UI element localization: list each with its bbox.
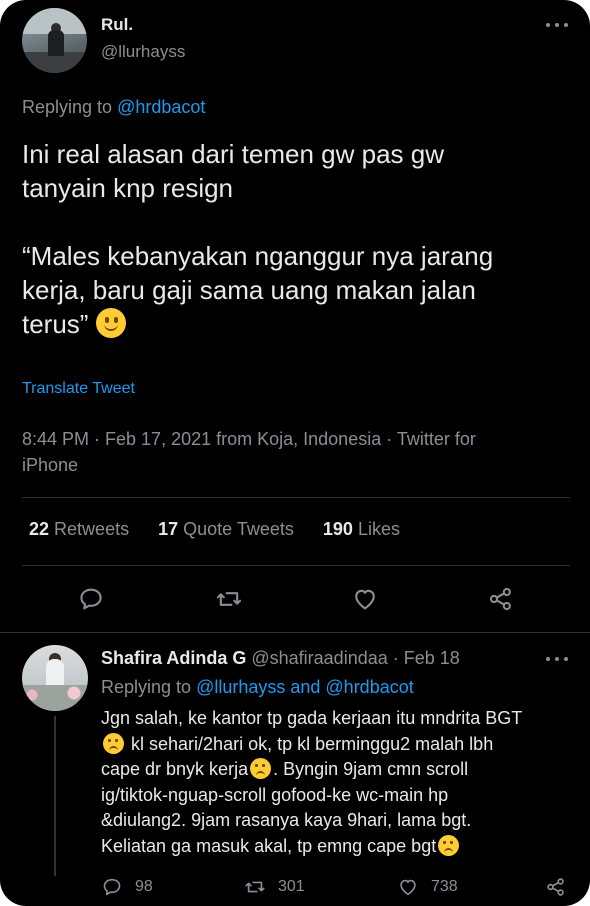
retweets-stat[interactable]: 22 Retweets xyxy=(29,519,129,539)
tweet-quote-line: “Males kebanyakan nganggur nya jarang xyxy=(22,241,494,271)
reply-author-handle[interactable]: @shafiraadindaa xyxy=(251,648,387,668)
share-icon[interactable] xyxy=(487,585,515,613)
reply-text-line: . Byngin 9jam cmn scroll xyxy=(273,759,469,779)
reply-retweet-button[interactable]: 301 xyxy=(244,876,305,898)
like-icon xyxy=(400,879,416,896)
meta-line: iPhone xyxy=(22,455,79,475)
share-icon xyxy=(547,878,564,896)
quote-tweets-stat[interactable]: 17 Quote Tweets xyxy=(158,519,294,539)
reply-action-bar: 98 301 738 xyxy=(101,876,581,900)
main-author-name[interactable]: Rul. xyxy=(101,15,133,35)
more-options-icon[interactable] xyxy=(546,654,568,664)
main-author-avatar[interactable] xyxy=(22,8,87,73)
main-replying-to: Replying to @hrdbacot xyxy=(22,97,205,118)
divider xyxy=(22,565,570,566)
divider xyxy=(22,497,570,498)
retweet-count: 301 xyxy=(278,878,305,895)
reply-share-button[interactable] xyxy=(545,876,579,898)
thread-line xyxy=(54,716,56,876)
meta-line: 8:44 PM · Feb 17, 2021 from Koja, Indone… xyxy=(22,429,476,449)
tweet-text-line: tanyain knp resign xyxy=(22,173,234,203)
likes-stat[interactable]: 190 Likes xyxy=(323,519,400,539)
reply-icon[interactable] xyxy=(77,585,105,613)
reply-text-line: Jgn salah, ke kantor tp gada kerjaan itu… xyxy=(101,708,523,728)
tweet-quote-line: kerja, baru gaji sama uang makan jalan xyxy=(22,275,476,305)
main-tweet-text: Ini real alasan dari temen gw pas gw tan… xyxy=(22,137,582,341)
reply-text-line: ig/tiktok-nguap-scroll gofood-ke wc-main… xyxy=(101,784,449,805)
reply-text-line: kl sehari/2hari ok, tp kl berminggu2 mal… xyxy=(131,733,494,754)
reply-replying-to: Replying to @llurhayss and @hrdbacot xyxy=(101,677,414,698)
reply-text: Jgn salah, ke kantor tp gada kerjaan itu… xyxy=(101,706,571,859)
more-options-icon[interactable] xyxy=(546,20,568,30)
reply-reply-button[interactable]: 98 xyxy=(101,876,153,898)
replying-prefix: Replying to xyxy=(101,677,192,697)
reply-like-button[interactable]: 738 xyxy=(397,876,458,898)
replying-to-link[interactable]: @llurhayss and @hrdbacot xyxy=(196,677,414,697)
divider xyxy=(0,632,590,633)
reply-author-avatar[interactable] xyxy=(22,645,88,711)
tweet-thread-screen: Rul. @llurhayss Replying to @hrdbacot In… xyxy=(0,0,590,906)
reply-date[interactable]: · Feb 18 xyxy=(393,648,460,668)
reply-header: Shafira Adinda G @shafiraadindaa · Feb 1… xyxy=(101,648,460,669)
tweet-text-line: Ini real alasan dari temen gw pas gw xyxy=(22,139,445,169)
tired-face-emoji-icon xyxy=(250,758,272,779)
frowning-face-emoji-icon xyxy=(438,834,460,856)
confounded-face-emoji-icon xyxy=(103,732,124,754)
reply-author-name[interactable]: Shafira Adinda G xyxy=(101,648,246,668)
reply-text-line: cape dr bnyk kerja xyxy=(101,759,249,779)
tweet-timestamp-source: 8:44 PM · Feb 17, 2021 from Koja, Indone… xyxy=(22,426,542,478)
reply-text-line: Keliatan ga masuk akal, tp emng cape bgt xyxy=(101,835,437,856)
reply-text-line: &diulang2. 9jam rasanya kaya 9hari, lama… xyxy=(101,810,472,830)
tweet-stats: 22 Retweets 17 Quote Tweets 190 Likes xyxy=(29,519,424,540)
reply-count: 98 xyxy=(135,878,153,895)
translate-tweet-link[interactable]: Translate Tweet xyxy=(22,380,135,398)
replying-prefix: Replying to xyxy=(22,97,113,117)
retweet-icon xyxy=(245,881,265,893)
like-count: 738 xyxy=(431,878,458,895)
like-icon[interactable] xyxy=(351,585,379,613)
reply-icon xyxy=(103,878,121,896)
smiling-face-emoji-icon xyxy=(96,308,127,338)
retweet-icon[interactable] xyxy=(215,585,243,613)
tweet-quote-line: terus” xyxy=(22,309,89,339)
replying-to-link[interactable]: @hrdbacot xyxy=(117,97,205,117)
main-author-handle[interactable]: @llurhayss xyxy=(101,42,185,62)
